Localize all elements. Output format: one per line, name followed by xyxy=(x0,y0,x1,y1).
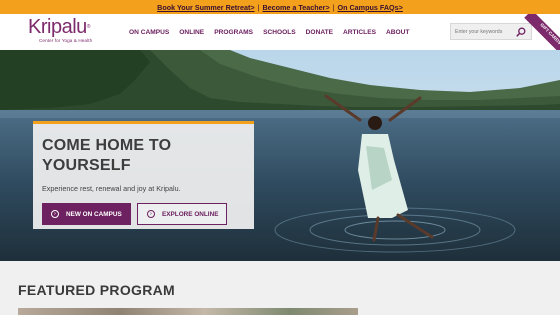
hero-subtitle: Experience rest, renewal and joy at Krip… xyxy=(42,184,181,193)
promo-bar: Book Your Summer Retreat> | Become a Tea… xyxy=(0,0,560,14)
nav-programs[interactable]: PROGRAMS xyxy=(214,29,259,36)
main-nav: ON CAMPUS ONLINE PROGRAMS SCHOOLS DONATE… xyxy=(129,14,419,50)
promo-separator: | xyxy=(257,2,260,12)
new-on-campus-label: NEW ON CAMPUS xyxy=(66,210,122,218)
registered-mark-icon: ® xyxy=(86,24,91,30)
promo-separator: | xyxy=(332,2,335,12)
featured-section: FEATURED PROGRAM xyxy=(0,261,560,315)
nav-donate[interactable]: DONATE xyxy=(306,29,339,36)
search-input[interactable] xyxy=(455,27,513,37)
arrow-right-icon: › xyxy=(51,210,59,218)
promo-link-become-teacher[interactable]: Become a Teacher> xyxy=(262,3,329,12)
arrow-right-icon: › xyxy=(147,210,155,218)
search-box xyxy=(450,23,532,40)
featured-title: FEATURED PROGRAM xyxy=(18,282,175,298)
nav-about[interactable]: ABOUT xyxy=(386,29,415,36)
new-on-campus-button[interactable]: › NEW ON CAMPUS xyxy=(42,203,131,225)
explore-online-button[interactable]: › EXPLORE ONLINE xyxy=(137,203,227,225)
gift-cards-label: GIFT CARDS xyxy=(524,14,560,54)
logo-tagline: Center for Yoga & Health xyxy=(39,38,93,43)
gift-cards-ribbon[interactable]: GIFT CARDS xyxy=(522,14,560,54)
hero-title: COME HOME TO YOURSELF xyxy=(42,137,172,174)
nav-schools[interactable]: SCHOOLS xyxy=(263,29,302,36)
promo-link-summer-retreat[interactable]: Book Your Summer Retreat> xyxy=(157,3,254,12)
nav-on-campus[interactable]: ON CAMPUS xyxy=(129,29,175,36)
site-header: Kripalu® Center for Yoga & Health ON CAM… xyxy=(0,14,560,50)
hero-card: COME HOME TO YOURSELF Experience rest, r… xyxy=(33,121,254,229)
nav-online[interactable]: ONLINE xyxy=(179,29,210,36)
kripalu-logo[interactable]: Kripalu® Center for Yoga & Health xyxy=(28,17,92,43)
logo-wordmark: Kripalu xyxy=(28,16,87,38)
promo-link-campus-faqs[interactable]: On Campus FAQs> xyxy=(338,3,403,12)
explore-online-label: EXPLORE ONLINE xyxy=(162,210,219,218)
hero-banner: COME HOME TO YOURSELF Experience rest, r… xyxy=(0,50,560,261)
nav-articles[interactable]: ARTICLES xyxy=(343,29,382,36)
featured-program-image[interactable] xyxy=(18,308,358,315)
